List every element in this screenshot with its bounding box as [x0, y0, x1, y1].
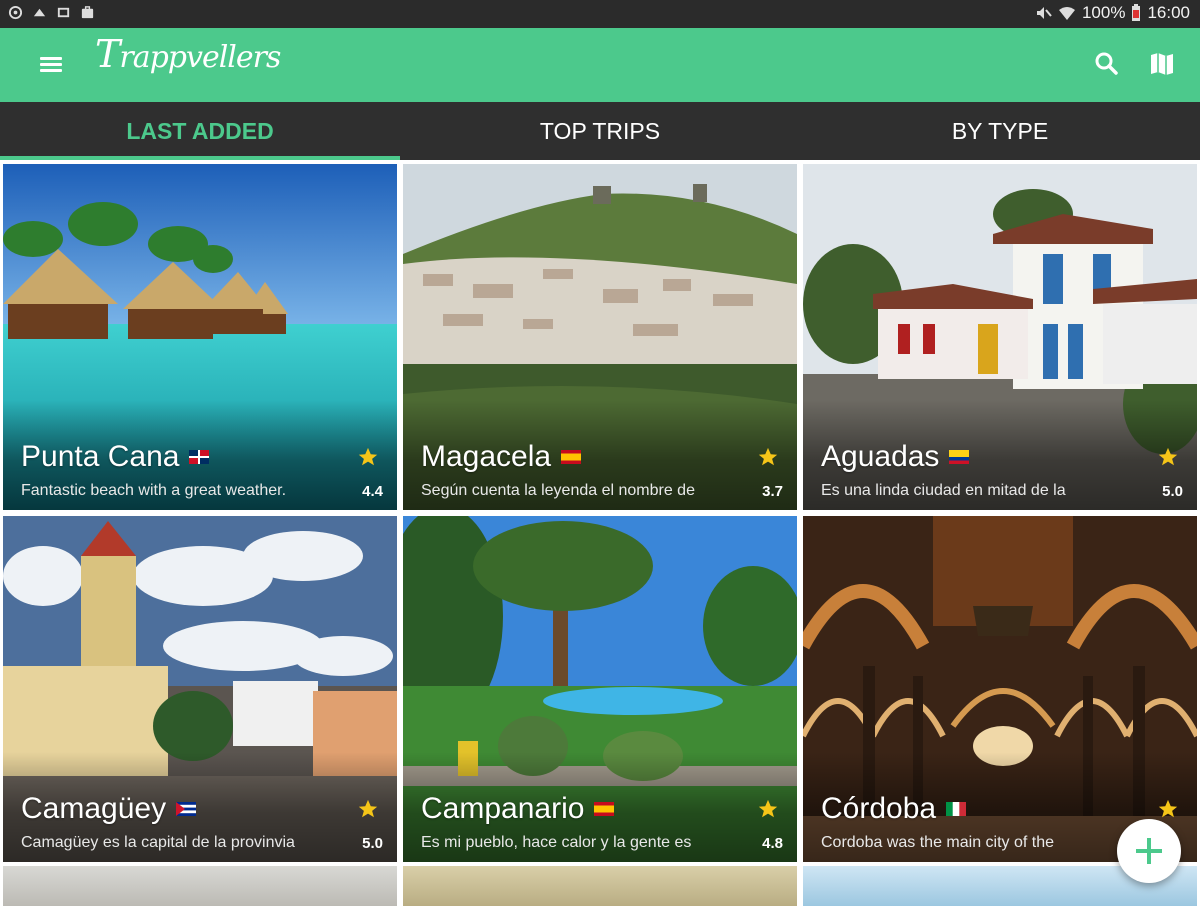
logo-rest: rappvellers — [119, 40, 281, 75]
menu-icon-line — [40, 63, 62, 66]
place-name: Punta Cana — [21, 440, 180, 473]
status-bar: 100% 16:00 — [0, 0, 1200, 28]
place-name: Córdoba — [821, 792, 937, 825]
place-rating: 4.4 — [362, 483, 383, 500]
app-bar: Trappvellers — [0, 28, 1200, 102]
place-card-cordoba[interactable]: Córdoba Cordoba was the main city of the — [803, 516, 1197, 862]
search-icon — [1095, 52, 1118, 75]
search-button[interactable] — [1093, 50, 1121, 78]
place-description: Según cuenta la leyenda el nombre de — [421, 482, 695, 499]
place-description: Cordoba was the main city of the — [821, 834, 1055, 851]
place-title: Córdoba — [821, 792, 967, 826]
place-name: Campanario — [421, 792, 585, 825]
place-description: Camagüey es la capital de la provinvia — [21, 834, 295, 851]
place-rating: 5.0 — [1162, 483, 1183, 500]
place-rating: 3.7 — [762, 483, 783, 500]
spain-flag-icon — [594, 802, 615, 816]
map-button[interactable] — [1148, 50, 1176, 78]
cuba-flag-icon — [176, 802, 197, 816]
clock: 16:00 — [1147, 3, 1190, 22]
place-card-partial[interactable] — [3, 866, 397, 906]
place-title: Magacela — [421, 440, 582, 474]
place-name: Aguadas — [821, 440, 940, 473]
place-rating: 5.0 — [362, 835, 383, 852]
place-card-punta-cana[interactable]: Punta Cana Fantastic beach with a great … — [3, 164, 397, 510]
places-grid: Punta Cana Fantastic beach with a great … — [0, 160, 1200, 906]
tab-top-trips[interactable]: TOP TRIPS — [400, 102, 800, 160]
tab-last-added[interactable]: LAST ADDED — [0, 102, 400, 160]
download-icon — [33, 8, 46, 17]
colombia-flag-icon — [949, 450, 970, 464]
tab-bar: LAST ADDED TOP TRIPS BY TYPE — [0, 102, 1200, 160]
app-logo: Trappvellers — [95, 32, 281, 76]
system-status: 100% 16:00 — [1034, 3, 1190, 23]
place-title: Campanario — [421, 792, 615, 826]
add-place-button[interactable] — [1117, 819, 1181, 883]
place-card-aguadas[interactable]: Aguadas Es una linda ciudad en mitad de … — [803, 164, 1197, 510]
place-card-magacela[interactable]: Magacela Según cuenta la leyenda el nomb… — [403, 164, 797, 510]
place-name: Camagüey — [21, 792, 167, 825]
italy-flag-icon — [946, 802, 967, 816]
tab-by-type[interactable]: BY TYPE — [800, 102, 1200, 160]
star-icon — [758, 799, 778, 818]
star-icon — [1158, 799, 1178, 818]
wifi-icon — [1058, 7, 1075, 20]
briefcase-icon — [81, 6, 94, 19]
spain-flag-icon — [561, 450, 582, 464]
menu-button[interactable] — [36, 50, 68, 80]
place-rating: 4.8 — [762, 835, 783, 852]
place-title: Camagüey — [21, 792, 197, 826]
mute-icon — [1036, 7, 1052, 19]
plus-icon — [1136, 838, 1162, 864]
notification-icons — [8, 5, 95, 20]
place-card-partial[interactable] — [403, 866, 797, 906]
menu-icon — [40, 57, 62, 60]
place-card-campanario[interactable]: Campanario Es mi pueblo, hace calor y la… — [403, 516, 797, 862]
photo-icon — [57, 7, 70, 18]
star-icon — [758, 447, 778, 466]
place-description: Es una linda ciudad en mitad de la — [821, 482, 1066, 499]
place-title: Punta Cana — [21, 440, 210, 474]
map-icon — [1151, 53, 1173, 75]
place-card-camaguey[interactable]: Camagüey Camagüey es la capital de la pr… — [3, 516, 397, 862]
star-icon — [1158, 447, 1178, 466]
menu-icon-line — [40, 69, 62, 72]
battery-percent: 100% — [1081, 3, 1126, 22]
logo-first-letter: T — [95, 32, 120, 76]
place-name: Magacela — [421, 440, 552, 473]
place-title: Aguadas — [821, 440, 970, 474]
place-description: Fantastic beach with a great weather. — [21, 482, 287, 499]
settings-notification-icon — [8, 5, 23, 20]
dominican-republic-flag-icon — [189, 450, 210, 464]
star-icon — [358, 447, 378, 466]
place-description: Es mi pueblo, hace calor y la gente es — [421, 834, 692, 851]
battery-icon — [1132, 4, 1141, 21]
star-icon — [358, 799, 378, 818]
